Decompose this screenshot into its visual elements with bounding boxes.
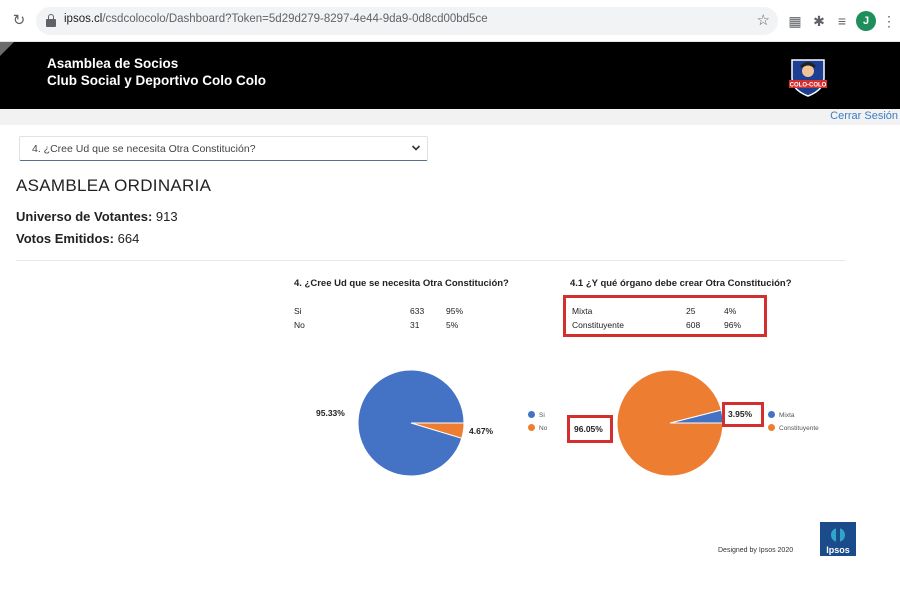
reload-icon[interactable]: ↻ bbox=[10, 12, 28, 30]
question-select-value: 4. ¿Cree Ud que se necesita Otra Constit… bbox=[32, 143, 256, 155]
chart1-legend-item[interactable]: No bbox=[528, 424, 547, 432]
votes-cast: Votos Emitidos: 664 bbox=[16, 231, 140, 246]
reading-list-icon[interactable]: ≡ bbox=[833, 12, 851, 30]
legend-dot-icon bbox=[768, 411, 775, 418]
section-divider bbox=[16, 260, 846, 261]
logout-strip: Cerrar Sesión bbox=[0, 109, 900, 125]
profile-avatar[interactable]: J bbox=[856, 11, 876, 31]
chart1-pie bbox=[357, 369, 465, 477]
chart2-legend-item[interactable]: Mixta bbox=[768, 411, 795, 419]
browser-toolbar: ↻ ipsos.cl/csdcolocolo/Dashboard?Token=5… bbox=[0, 0, 900, 42]
header-title-line2: Club Social y Deportivo Colo Colo bbox=[47, 73, 267, 88]
logout-link[interactable]: Cerrar Sesión bbox=[830, 110, 898, 122]
ipsos-logo-text: Ipsos bbox=[826, 545, 850, 555]
bookmark-star-icon[interactable]: ☆ bbox=[757, 11, 770, 29]
url-text: ipsos.cl/csdcolocolo/Dashboard?Token=5d2… bbox=[64, 13, 488, 25]
lock-icon bbox=[46, 14, 56, 27]
chart2-slice-label: 96.05% bbox=[574, 424, 603, 434]
header-title-line1: Asamblea de Socios bbox=[47, 56, 179, 71]
legend-dot-icon bbox=[528, 424, 535, 431]
site-header: Asamblea de Socios Club Social y Deporti… bbox=[0, 42, 900, 109]
menu-kebab-icon[interactable]: ⋮ bbox=[880, 12, 898, 30]
designed-by-text: Designed by Ipsos 2020 bbox=[718, 547, 794, 554]
voter-universe: Universo de Votantes: 913 bbox=[16, 209, 178, 224]
chart2-slice-label: 3.95% bbox=[728, 409, 753, 419]
chart2-title: 4.1 ¿Y qué órgano debe crear Otra Consti… bbox=[570, 278, 792, 289]
chart2-pie bbox=[616, 369, 724, 477]
legend-dot-icon bbox=[528, 411, 535, 418]
chart1-slice-label: 95.33% bbox=[316, 408, 345, 418]
chevron-down-icon bbox=[411, 145, 421, 151]
ipsos-logo: Ipsos bbox=[820, 522, 856, 556]
pie-slice-si[interactable] bbox=[357, 369, 465, 477]
pie-slice-constituyente[interactable] bbox=[616, 369, 724, 477]
logo-text: COLO-COLO bbox=[790, 83, 827, 89]
puzzle-extensions-icon[interactable]: ✱ bbox=[810, 12, 828, 30]
question-select[interactable]: 4. ¿Cree Ud que se necesita Otra Constit… bbox=[19, 136, 428, 161]
chart2-legend-item[interactable]: Constituyente bbox=[768, 424, 819, 432]
chart1-title: 4. ¿Cree Ud que se necesita Otra Constit… bbox=[294, 278, 509, 289]
chart1-legend-item[interactable]: Si bbox=[528, 411, 545, 419]
colo-colo-logo: COLO-COLO bbox=[789, 59, 827, 97]
chart1-slice-label: 4.67% bbox=[469, 426, 494, 436]
address-bar[interactable]: ipsos.cl/csdcolocolo/Dashboard?Token=5d2… bbox=[36, 7, 778, 35]
header-corner-decoration bbox=[0, 42, 14, 56]
legend-dot-icon bbox=[768, 424, 775, 431]
grid-extension-icon[interactable]: ▦ bbox=[786, 12, 804, 30]
chart2-table-highlight bbox=[563, 295, 767, 337]
assembly-title: ASAMBLEA ORDINARIA bbox=[16, 176, 212, 195]
